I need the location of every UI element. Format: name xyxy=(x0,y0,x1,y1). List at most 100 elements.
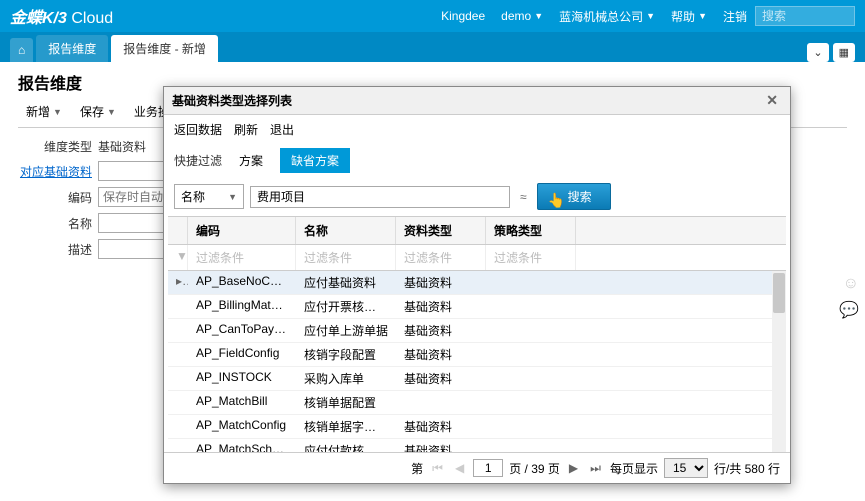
app-logo: 金蝶K/3 Cloud xyxy=(10,4,113,28)
cell-name: 应付付款核销方案 xyxy=(296,439,396,452)
search-button[interactable]: 👆 搜索 xyxy=(537,183,611,210)
cell-code: AP_CanToPayabl xyxy=(188,319,296,342)
cell-type: 基础资料 xyxy=(396,367,486,390)
label-basic-link[interactable]: 对应基础资料 xyxy=(18,163,98,180)
row-indicator: ▸ xyxy=(168,271,188,294)
row-indicator xyxy=(168,391,188,414)
cell-code: AP_MatchConfig xyxy=(188,415,296,438)
page-size-select[interactable]: 15 xyxy=(664,458,708,478)
grid-body[interactable]: ▸AP_BaseNoContr 6.1应付基础资料基础资料AP_BillingM… xyxy=(168,271,786,452)
global-search-input[interactable] xyxy=(755,6,855,26)
cursor-icon: 👆 xyxy=(548,192,565,209)
pager-size-label: 每页显示 xyxy=(610,460,658,477)
close-icon[interactable]: ✕ xyxy=(762,92,782,109)
cell-code: AP_INSTOCK xyxy=(188,367,296,390)
cell-code: AP_BillingMatchS xyxy=(188,295,296,318)
cell-code: AP_MatchBill xyxy=(188,391,296,414)
filter-icon[interactable]: ▼ xyxy=(168,245,188,270)
table-row[interactable]: AP_CanToPayabl应付单上游单据基础资料 xyxy=(168,319,786,343)
table-row[interactable]: AP_BillingMatchS应付开票核销方案基础资料 xyxy=(168,295,786,319)
save-button[interactable]: 保存▼ xyxy=(72,100,124,123)
chat-icon[interactable]: 💬 xyxy=(839,300,859,320)
chevron-down-icon: ▼ xyxy=(646,11,655,21)
col-select xyxy=(168,217,188,244)
logout-button[interactable]: 注销 xyxy=(715,8,755,25)
search-field-select[interactable]: 名称▼ xyxy=(174,184,244,209)
cell-name: 核销单据配置 xyxy=(296,391,396,414)
col-name[interactable]: 名称 xyxy=(296,217,396,244)
exit-button[interactable]: 退出 xyxy=(270,121,294,138)
row-indicator xyxy=(168,295,188,318)
table-row[interactable]: ▸AP_BaseNoContr 6.1应付基础资料基础资料 xyxy=(168,271,786,295)
table-row[interactable]: AP_INSTOCK采购入库单基础资料 xyxy=(168,367,786,391)
table-row[interactable]: AP_MatchBill核销单据配置 xyxy=(168,391,786,415)
label-name: 名称 xyxy=(18,215,98,232)
tab-report-dim-new[interactable]: 报告维度 - 新增 xyxy=(111,35,218,62)
row-indicator xyxy=(168,343,188,366)
cell-name: 应付开票核销方案 xyxy=(296,295,396,318)
label-desc: 描述 xyxy=(18,241,98,258)
cell-type: 基础资料 xyxy=(396,343,486,366)
scheme-tab[interactable]: 方案 xyxy=(228,148,274,173)
filter-code[interactable]: 过滤条件 xyxy=(188,245,296,270)
cell-type: 基础资料 xyxy=(396,271,486,294)
refresh-button[interactable]: 刷新 xyxy=(234,121,258,138)
table-row[interactable]: AP_FieldConfig核销字段配置基础资料 xyxy=(168,343,786,367)
chevron-down-icon: ▼ xyxy=(698,11,707,21)
first-page-icon[interactable]: ⏮ xyxy=(429,461,446,476)
prev-page-icon[interactable]: ◀ xyxy=(452,461,467,475)
cell-name: 核销单据字段配置 xyxy=(296,415,396,438)
next-page-icon[interactable]: ▶ xyxy=(566,461,581,475)
last-page-icon[interactable]: ⏭ xyxy=(587,461,604,476)
new-button[interactable]: 新增▼ xyxy=(18,100,70,123)
cell-type: 基础资料 xyxy=(396,319,486,342)
cell-type: 基础资料 xyxy=(396,415,486,438)
return-data-button[interactable]: 返回数据 xyxy=(174,121,222,138)
table-row[interactable]: AP_MatchScheme应付付款核销方案基础资料 xyxy=(168,439,786,452)
chevron-down-icon: ▼ xyxy=(107,107,116,117)
modal-title-text: 基础资料类型选择列表 xyxy=(172,92,292,109)
chevron-down-icon: ▼ xyxy=(53,107,62,117)
cell-name: 应付基础资料 xyxy=(296,271,396,294)
cell-type: 基础资料 xyxy=(396,295,486,318)
chevron-down-icon: ▼ xyxy=(228,192,237,202)
row-indicator xyxy=(168,319,188,342)
tab-expand-button[interactable]: ⌄ xyxy=(807,43,828,62)
filter-name[interactable]: 过滤条件 xyxy=(296,245,396,270)
col-strategy[interactable]: 策略类型 xyxy=(486,217,576,244)
tab-grid-button[interactable]: ▦ xyxy=(833,43,855,62)
home-tab[interactable]: ⌂ xyxy=(10,38,33,62)
scroll-thumb[interactable] xyxy=(773,273,785,313)
quick-filter-label: 快捷过滤 xyxy=(174,152,222,169)
pager-label-page: 第 xyxy=(411,460,423,477)
page-input[interactable] xyxy=(473,459,503,477)
row-indicator xyxy=(168,439,188,452)
cell-code: AP_FieldConfig xyxy=(188,343,296,366)
tab-report-dim[interactable]: 报告维度 xyxy=(36,35,108,62)
row-indicator xyxy=(168,367,188,390)
cell-code: AP_BaseNoContr 6.1 xyxy=(188,271,296,294)
scrollbar[interactable] xyxy=(772,271,786,452)
cell-name: 核销字段配置 xyxy=(296,343,396,366)
company-menu[interactable]: 蓝海机械总公司▼ xyxy=(551,8,663,25)
default-scheme-tab[interactable]: 缺省方案 xyxy=(280,148,350,173)
help-menu[interactable]: 帮助▼ xyxy=(663,8,715,25)
col-type[interactable]: 资料类型 xyxy=(396,217,486,244)
basic-type-select-modal: 基础资料类型选择列表 ✕ 返回数据 刷新 退出 快捷过滤 方案 缺省方案 名称▼… xyxy=(163,86,791,484)
filter-type[interactable]: 过滤条件 xyxy=(396,245,486,270)
user-menu[interactable]: demo▼ xyxy=(493,9,551,23)
row-indicator xyxy=(168,415,188,438)
total-pages: 页 / 39 页 xyxy=(509,460,560,477)
col-code[interactable]: 编码 xyxy=(188,217,296,244)
search-value-input[interactable] xyxy=(250,186,510,208)
table-row[interactable]: AP_MatchConfig核销单据字段配置基础资料 xyxy=(168,415,786,439)
label-dimtype: 维度类型 xyxy=(18,138,98,155)
cell-type xyxy=(396,391,486,414)
label-code: 编码 xyxy=(18,189,98,206)
filter-strat[interactable]: 过滤条件 xyxy=(486,245,576,270)
cell-type: 基础资料 xyxy=(396,439,486,452)
toggle-icon[interactable]: ≈ xyxy=(516,190,531,204)
value-dimtype: 基础资料 xyxy=(98,138,146,155)
smile-icon[interactable]: ☺ xyxy=(843,275,859,293)
cell-code: AP_MatchScheme xyxy=(188,439,296,452)
